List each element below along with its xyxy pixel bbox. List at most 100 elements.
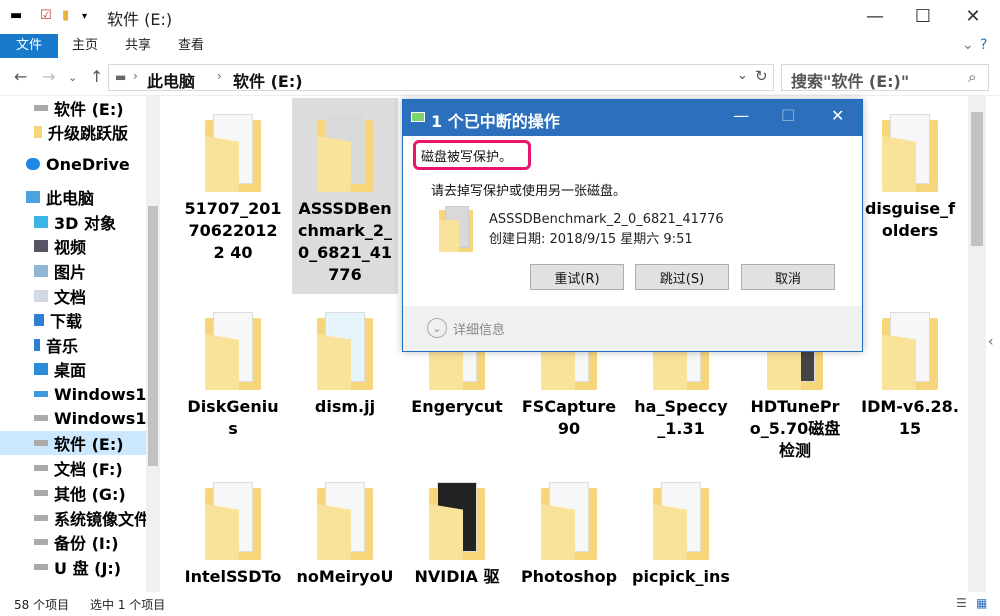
file-item[interactable]: picpick_ins: [628, 466, 734, 592]
details-toggle[interactable]: ⌄ 详细信息: [427, 318, 505, 338]
cloud-icon: [26, 158, 40, 170]
nav-item-drive-f[interactable]: 文档 (F:): [0, 456, 146, 480]
folder-icon: [205, 112, 261, 192]
status-bar: 58 个项目 选中 1 个项目 ☰ ▦: [0, 592, 1000, 616]
download-icon: [34, 314, 44, 326]
qat-dropdown-icon[interactable]: ▾: [82, 11, 87, 22]
large-icons-view-icon[interactable]: ▦: [976, 596, 987, 610]
cancel-button[interactable]: 取消: [741, 264, 835, 290]
file-item[interactable]: Photoshop: [516, 466, 622, 592]
recent-dropdown-icon[interactable]: ⌄: [68, 71, 77, 84]
video-icon: [34, 240, 48, 252]
nav-scrollbar-thumb[interactable]: [148, 206, 158, 466]
nav-item-onedrive[interactable]: OneDrive: [0, 152, 146, 176]
file-item[interactable]: 51707_201706220122 40: [180, 98, 286, 294]
help-icon[interactable]: ?: [980, 37, 987, 53]
tab-file[interactable]: 文件: [0, 34, 58, 58]
file-explorer-window: ▬ ☑ ▮ ▾ 软件 (E:) — ☐ ✕ 文件 主页 共享 查看 ⌄ ? ← …: [0, 0, 1000, 616]
breadcrumb-drive-e[interactable]: 软件 (E:): [233, 68, 303, 92]
nav-item-videos[interactable]: 视频: [0, 234, 146, 258]
nav-item-pictures[interactable]: 图片: [0, 259, 146, 283]
drive-icon: [34, 415, 48, 421]
file-item[interactable]: IntelSSDTo: [180, 466, 286, 592]
computer-icon: [26, 191, 40, 203]
chevron-left-icon[interactable]: ‹: [988, 334, 994, 350]
nav-item-system-image[interactable]: 系统镜像文件: [0, 506, 146, 530]
address-bar[interactable]: ▬ › 此电脑 › 软件 (E:) ⌄ ↻: [108, 64, 774, 91]
nav-item-this-pc[interactable]: 此电脑: [0, 185, 146, 209]
chevron-down-icon[interactable]: ⌄: [737, 68, 748, 83]
nav-item-documents[interactable]: 文档: [0, 284, 146, 308]
forward-arrow-icon[interactable]: →: [42, 67, 55, 86]
back-arrow-icon[interactable]: ←: [14, 67, 27, 86]
nav-item-drive-i[interactable]: 备份 (I:): [0, 530, 146, 554]
nav-item-drive-g[interactable]: 其他 (G:): [0, 481, 146, 505]
drive-icon: ▬: [115, 70, 127, 84]
nav-item-3d-objects[interactable]: 3D 对象: [0, 210, 146, 234]
folder-icon: [882, 310, 938, 390]
up-arrow-icon[interactable]: ↑: [90, 67, 103, 86]
tab-share[interactable]: 共享: [115, 34, 161, 58]
file-item[interactable]: dism.jj: [292, 296, 398, 466]
close-button[interactable]: ✕: [950, 0, 996, 32]
search-icon[interactable]: ⌕: [968, 68, 976, 86]
nav-item-drive-e-quick[interactable]: 软件 (E:): [0, 96, 146, 120]
address-row: ← → ⌄ ↑ ▬ › 此电脑 › 软件 (E:) ⌄ ↻ 搜索"软件 (E:)…: [0, 58, 1000, 96]
drive-icon: ▬: [10, 8, 23, 23]
properties-icon[interactable]: ☑: [40, 8, 52, 23]
title-bar: ▬ ☑ ▮ ▾ 软件 (E:) — ☐ ✕: [0, 0, 1000, 34]
windows-drive-icon: [34, 391, 48, 397]
dialog-minimize-button[interactable]: —: [733, 106, 749, 125]
search-input[interactable]: 搜索"软件 (E:)": [791, 68, 909, 92]
nav-item-windows10-d[interactable]: Windows10: [0, 406, 146, 430]
dialog-file-date: 创建日期: 2018/9/15 星期六 9:51: [489, 232, 693, 247]
folder-icon: [34, 126, 42, 138]
nav-item-windows10-c[interactable]: Windows10: [0, 382, 146, 406]
tab-view[interactable]: 查看: [168, 34, 214, 58]
drive-icon: [34, 515, 48, 521]
content-scrollbar-thumb[interactable]: [971, 112, 983, 246]
nav-item-desktop[interactable]: 桌面: [0, 357, 146, 381]
desktop-icon: [34, 363, 48, 375]
file-item[interactable]: IDM-v6.28.15: [857, 296, 963, 466]
nav-item-drive-e[interactable]: 软件 (E:): [0, 431, 146, 455]
drive-icon: [34, 105, 48, 111]
tab-home[interactable]: 主页: [62, 34, 108, 58]
dialog-maximize-button: ☐: [781, 106, 796, 125]
nav-item-usb-drive-j[interactable]: U 盘 (J:): [0, 555, 146, 579]
details-label: 详细信息: [453, 322, 506, 338]
window-title: 软件 (E:): [107, 10, 173, 29]
retry-button[interactable]: 重试(R): [530, 264, 624, 290]
folder-icon: [439, 206, 473, 252]
expand-ribbon-icon[interactable]: ⌄: [962, 37, 974, 53]
breadcrumb-this-pc[interactable]: 此电脑: [147, 68, 195, 92]
skip-button[interactable]: 跳过(S): [635, 264, 729, 290]
dialog-body: 磁盘被写保护。 请去掉写保护或使用另一张磁盘。 ASSSDBenchmark_2…: [403, 136, 862, 306]
folder-icon: [429, 480, 485, 560]
details-view-icon[interactable]: ☰: [956, 596, 967, 610]
search-box[interactable]: 搜索"软件 (E:)" ⌕: [781, 64, 989, 91]
refresh-icon[interactable]: ↻: [755, 67, 768, 85]
maximize-button[interactable]: ☐: [900, 0, 946, 32]
item-count: 58 个项目: [14, 598, 70, 612]
navigation-pane: 软件 (E:) 升级跳跃版 OneDrive 此电脑 3D 对象 视频 图片 文…: [0, 96, 160, 592]
write-protect-message: 磁盘被写保护。: [421, 150, 513, 165]
dialog-close-button[interactable]: ✕: [831, 106, 844, 125]
drive-icon: [34, 440, 48, 446]
new-folder-icon[interactable]: ▮: [62, 8, 69, 23]
chevron-right-icon: ›: [133, 69, 138, 83]
folder-icon: [653, 480, 709, 560]
folder-icon: [882, 112, 938, 192]
file-item[interactable]: disguise_folders: [857, 98, 963, 268]
minimize-button[interactable]: —: [852, 0, 898, 32]
file-item[interactable]: DiskGenius: [180, 296, 286, 466]
dialog-title-bar: 1 个已中断的操作 — ☐ ✕: [403, 100, 862, 136]
folder-icon: [317, 310, 373, 390]
file-item[interactable]: noMeiryoU: [292, 466, 398, 592]
nav-item-upgrade-folder[interactable]: 升级跳跃版: [0, 120, 146, 144]
drive-icon: [34, 465, 48, 471]
nav-item-music[interactable]: 音乐: [0, 333, 146, 357]
file-item[interactable]: NVIDIA 驱: [404, 466, 510, 592]
nav-item-downloads[interactable]: 下载: [0, 308, 146, 332]
file-item-selected[interactable]: ASSSDBenchmark_2_0_6821_41776: [292, 98, 398, 294]
